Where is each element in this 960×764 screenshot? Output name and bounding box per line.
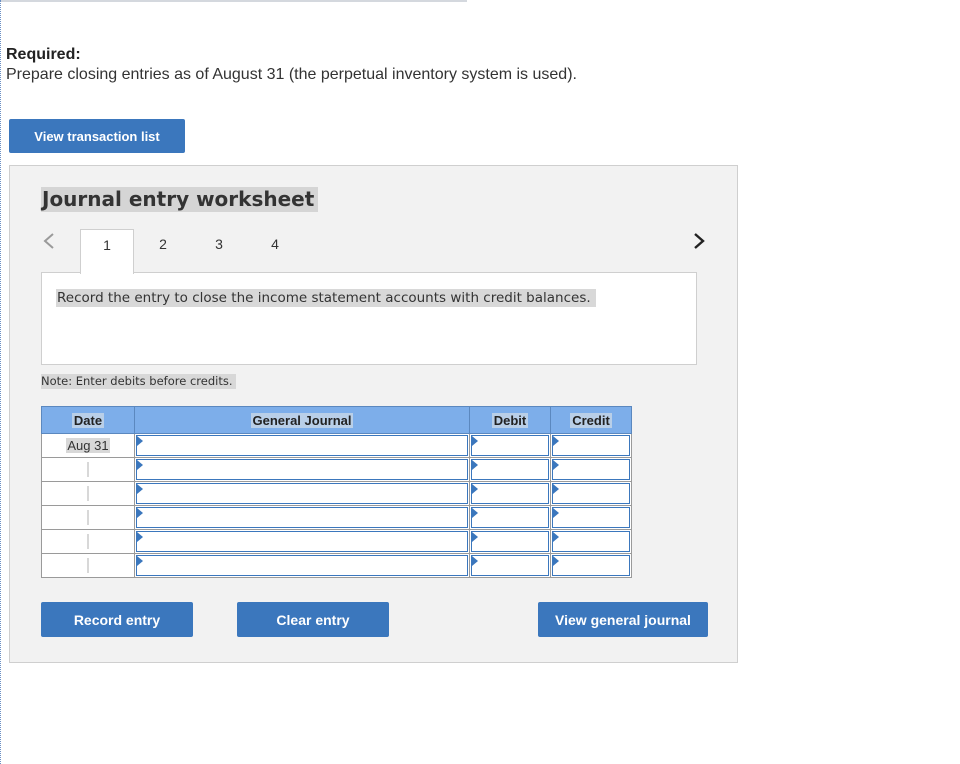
account-input[interactable] — [136, 507, 468, 528]
debit-cell[interactable] — [469, 505, 551, 530]
view-general-journal-button[interactable]: View general journal — [538, 602, 708, 637]
top-border-rule — [1, 0, 467, 2]
debit-input[interactable] — [471, 531, 549, 552]
credit-input[interactable] — [552, 555, 630, 576]
credit-cell[interactable] — [550, 529, 632, 554]
dropdown-triangle-icon — [137, 556, 143, 566]
account-cell[interactable] — [134, 505, 470, 530]
debit-input[interactable] — [471, 507, 549, 528]
dropdown-triangle-icon — [137, 508, 143, 518]
entry-prompt-text: Record the entry to close the income sta… — [56, 289, 596, 307]
account-cell[interactable] — [134, 529, 470, 554]
dropdown-triangle-icon — [137, 532, 143, 542]
account-input[interactable] — [136, 483, 468, 504]
date-cell — [41, 481, 135, 506]
chevron-left-icon[interactable] — [42, 232, 56, 250]
dropdown-triangle-icon — [472, 532, 478, 542]
credit-input[interactable] — [552, 459, 630, 480]
date-cell — [41, 553, 135, 578]
date-cell — [41, 529, 135, 554]
credit-cell[interactable] — [550, 433, 632, 458]
instructions-text: Prepare closing entries as of August 31 … — [6, 66, 577, 83]
debit-cell[interactable] — [469, 529, 551, 554]
clear-entry-button[interactable]: Clear entry — [237, 602, 389, 637]
dropdown-triangle-icon — [137, 460, 143, 470]
debit-cell[interactable] — [469, 553, 551, 578]
dropdown-triangle-icon — [137, 436, 143, 446]
tab-1[interactable]: 1 — [80, 229, 134, 274]
left-border-rule — [0, 0, 1, 764]
table-row: Aug 31 — [41, 433, 632, 458]
dropdown-triangle-icon — [472, 508, 478, 518]
worksheet-title: Journal entry worksheet — [41, 187, 319, 212]
credit-cell[interactable] — [550, 457, 632, 482]
table-row — [41, 505, 632, 530]
chevron-right-icon[interactable] — [692, 232, 706, 250]
dropdown-triangle-icon — [553, 532, 559, 542]
dropdown-triangle-icon — [553, 436, 559, 446]
column-header-debit: Debit — [469, 406, 551, 434]
debit-input[interactable] — [471, 483, 549, 504]
journal-header-row: Date General Journal Debit Credit — [41, 406, 632, 434]
credit-input[interactable] — [552, 435, 630, 456]
credit-input[interactable] — [552, 507, 630, 528]
dropdown-triangle-icon — [472, 460, 478, 470]
dropdown-triangle-icon — [472, 436, 478, 446]
journal-worksheet-panel: Journal entry worksheet 1 2 3 4 Record t… — [9, 165, 738, 663]
record-entry-button[interactable]: Record entry — [41, 602, 193, 637]
tab-3[interactable]: 3 — [208, 229, 230, 273]
debit-input[interactable] — [471, 435, 549, 456]
credit-cell[interactable] — [550, 481, 632, 506]
account-cell[interactable] — [134, 553, 470, 578]
column-header-general-journal: General Journal — [134, 406, 470, 434]
table-row — [41, 481, 632, 506]
account-cell[interactable] — [134, 457, 470, 482]
column-header-credit: Credit — [550, 406, 632, 434]
required-label: Required: — [6, 46, 81, 63]
credit-input[interactable] — [552, 531, 630, 552]
table-row — [41, 457, 632, 482]
debit-cell[interactable] — [469, 457, 551, 482]
table-row — [41, 529, 632, 554]
debit-input[interactable] — [471, 555, 549, 576]
account-cell[interactable] — [134, 481, 470, 506]
debit-input[interactable] — [471, 459, 549, 480]
account-input[interactable] — [136, 459, 468, 480]
dropdown-triangle-icon — [553, 484, 559, 494]
entry-note: Note: Enter debits before credits. — [41, 374, 236, 389]
debit-cell[interactable] — [469, 481, 551, 506]
account-input[interactable] — [136, 435, 468, 456]
dropdown-triangle-icon — [472, 484, 478, 494]
column-header-date: Date — [41, 406, 135, 434]
dropdown-triangle-icon — [472, 556, 478, 566]
table-row — [41, 553, 632, 578]
debit-cell[interactable] — [469, 433, 551, 458]
account-cell[interactable] — [134, 433, 470, 458]
tab-4[interactable]: 4 — [264, 229, 286, 273]
entry-prompt-box: Record the entry to close the income sta… — [41, 272, 697, 365]
dropdown-triangle-icon — [553, 508, 559, 518]
date-cell — [41, 457, 135, 482]
account-input[interactable] — [136, 531, 468, 552]
dropdown-triangle-icon — [137, 484, 143, 494]
dropdown-triangle-icon — [553, 460, 559, 470]
journal-table: Date General Journal Debit Credit Aug 31 — [41, 406, 632, 578]
date-cell: Aug 31 — [41, 433, 135, 458]
date-cell — [41, 505, 135, 530]
credit-input[interactable] — [552, 483, 630, 504]
tab-2[interactable]: 2 — [152, 229, 174, 273]
dropdown-triangle-icon — [553, 556, 559, 566]
credit-cell[interactable] — [550, 553, 632, 578]
account-input[interactable] — [136, 555, 468, 576]
credit-cell[interactable] — [550, 505, 632, 530]
view-transaction-list-button[interactable]: View transaction list — [9, 119, 185, 153]
